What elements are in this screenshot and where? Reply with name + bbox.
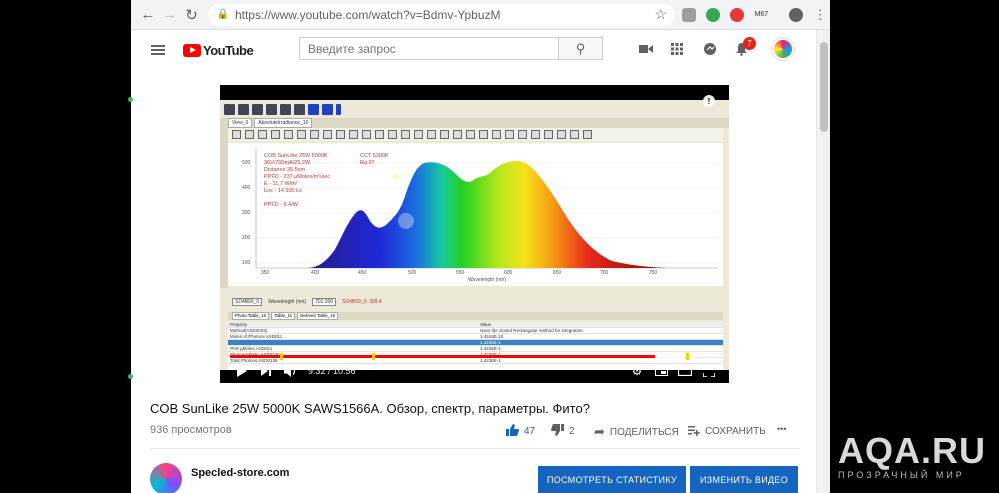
y-tick: 400 [242,185,251,191]
hamburger-menu-icon[interactable] [151,43,165,57]
menu-dots-icon[interactable]: ⋮ [810,5,830,25]
channel-name[interactable]: Specled-store.com [191,467,289,479]
x-tick: 750 [649,270,658,276]
notification-count-badge: 7 [743,37,756,50]
y-tick: 200 [242,235,251,241]
video-progress-bar[interactable] [230,353,719,360]
dislike-button[interactable]: 2 [551,424,575,439]
browser-toolbar: ← → ↻ 🔒 https://www.youtube.com/watch?v=… [131,0,830,30]
video-time: 9:32 / 10:56 [308,366,356,376]
x-tick: 400 [311,270,320,276]
x-tick: 600 [504,270,513,276]
fullscreen-icon[interactable] [697,360,721,382]
next-video-icon[interactable] [254,360,278,382]
avatar[interactable] [772,38,794,60]
share-button[interactable]: ➦ ПОДЕЛИТЬСЯ [594,424,679,440]
screen-edge-dot [128,374,133,379]
video-played-bar [230,355,656,358]
extension-m67-icon[interactable]: M67 [750,5,772,25]
back-icon[interactable]: ← [137,4,159,26]
page-scrollbar[interactable] [816,30,830,493]
x-tick: 500 [408,270,417,276]
app-status-bar: SD4B00_0 Wavelength (nm) 701.000 SD4B00_0: … [228,296,723,308]
video-frame-spectrometer-app: View_0 AbsoluteIrradiance_10 COB SunLike… [220,100,729,370]
thumbs-up-icon [506,424,519,439]
spectrum-plot: COB SunLike 25W 5000K 36V/700mA/25.2W Di… [228,143,723,286]
channel-avatar[interactable] [150,463,182,493]
x-tick: 700 [600,270,609,276]
extension-red-icon[interactable] [727,5,747,25]
play-icon[interactable] [230,360,254,382]
theater-mode-icon[interactable] [673,360,697,382]
apps-grid-icon[interactable] [668,40,686,58]
spectrum-annotation-left: COB SunLike 25W 5000K 36V/700mA/25.2W Di… [264,153,331,208]
app-left-strip [220,128,228,288]
video-player[interactable]: View_0 AbsoluteIrradiance_10 COB SunLike… [220,85,729,383]
volume-icon[interactable] [278,360,302,382]
watermark: AQA.RU ПРОЗРАЧНЫЙ МИР [838,430,986,480]
share-icon: ➦ [594,424,605,439]
address-bar[interactable]: 🔒 https://www.youtube.com/watch?v=Bdmv-Y… [208,3,675,26]
playlist-add-icon [688,424,700,439]
divider [150,448,800,449]
screen-edge-dot [128,97,133,102]
view-count: 936 просмотров [150,424,232,436]
app-tabs: View_0 AbsoluteIrradiance_10 [220,118,729,128]
miniplayer-icon[interactable] [649,360,673,382]
scrollbar-thumb[interactable] [820,42,828,132]
x-tick: 450 [358,270,367,276]
spectrum-annotation-right: CCT 5300K Ra 97 [360,153,389,166]
app-graph-toolbar [228,128,723,141]
browser-window: ← → ↻ 🔒 https://www.youtube.com/watch?v=… [131,0,830,493]
save-button[interactable]: СОХРАНИТЬ [688,424,766,439]
info-icon[interactable]: ! [703,95,715,107]
bookmark-star-icon[interactable]: ☆ [654,6,667,23]
search-button[interactable]: ⚲ [559,37,603,60]
profile-icon[interactable] [786,5,806,25]
like-button[interactable]: 47 [506,424,535,439]
x-tick: 550 [456,270,465,276]
extension-chart-icon[interactable] [679,5,699,25]
reload-icon[interactable]: ↻ [181,4,203,26]
view-stats-button[interactable]: ПОСМОТРЕТЬ СТАТИСТИКУ [538,466,686,493]
y-tick: 500 [242,160,251,166]
url-text: https://www.youtube.com/watch?v=Bdmv-Ypb… [234,7,501,22]
app-table-tabs: Photo Table_10 Table_11 Derived Table_10 [228,312,723,320]
video-controls: 9:32 / 10:56 ⚙ [220,359,729,383]
more-actions-icon[interactable]: ••• [777,424,786,434]
search-icon: ⚲ [575,40,586,56]
lock-icon: 🔒 [216,9,229,20]
y-tick: 100 [242,260,251,266]
youtube-play-icon [183,43,201,57]
screen-frame: ← → ↻ 🔒 https://www.youtube.com/watch?v=… [0,0,999,493]
search-input[interactable]: Введите запрос [299,37,559,60]
create-video-icon[interactable] [637,40,655,58]
youtube-header: YouTube Введите запрос ⚲ 7 [131,30,816,70]
thumbs-down-icon [551,424,564,439]
extension-green-icon[interactable] [703,5,723,25]
x-tick: 650 [553,270,562,276]
y-tick: 300 [242,210,251,216]
youtube-logo[interactable]: YouTube [183,43,254,58]
x-axis-label: Wavelength (nm) [468,277,506,283]
edit-video-button[interactable]: ИЗМЕНИТЬ ВИДЕО [690,466,798,493]
settings-gear-icon[interactable]: ⚙ [625,360,649,382]
messages-icon[interactable] [701,40,719,58]
forward-icon[interactable]: → [159,4,181,26]
x-tick: 350 [261,270,270,276]
video-title: COB SunLike 25W 5000K SAWS1566A. Обзор, … [150,401,590,416]
app-toolbar [220,100,729,118]
